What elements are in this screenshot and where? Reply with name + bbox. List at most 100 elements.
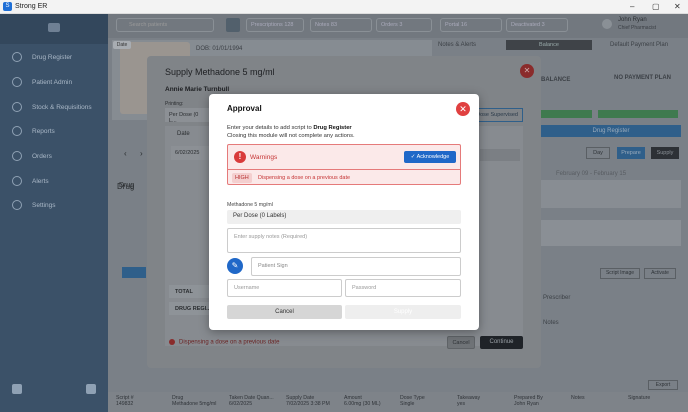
printing-label: Printing:: [165, 101, 184, 107]
supply-button-bg[interactable]: Supply: [651, 147, 679, 159]
drug-heading: Drug: [117, 182, 135, 191]
maximize-icon[interactable]: ▢: [652, 2, 660, 11]
chip-portal[interactable]: Portal 16: [440, 18, 502, 32]
prescriber-label: Prescriber: [543, 295, 571, 301]
date-chip[interactable]: Date: [113, 41, 131, 49]
chevron-right-icon[interactable]: ›: [140, 149, 143, 158]
sidebar-item-orders[interactable]: Orders: [12, 151, 102, 165]
approval-modal: Approval ✕ Enter your details to add scr…: [209, 94, 479, 330]
window-titlebar: S Strong ER – ▢ ✕: [0, 0, 688, 14]
warning-message: Dispensing a dose on a previous date: [258, 175, 351, 181]
chart-icon: [12, 126, 22, 136]
balance-tab[interactable]: Balance: [506, 40, 592, 50]
day-button[interactable]: Day: [586, 147, 610, 159]
sidebar-item-settings[interactable]: Settings: [12, 200, 102, 214]
dose-select[interactable]: [480, 149, 520, 161]
exclamation-icon: !: [234, 151, 246, 163]
sidebar-header: [0, 14, 108, 44]
supply-close-icon[interactable]: ✕: [520, 64, 534, 78]
dose-field: Per Dose (0 Labels): [227, 210, 461, 224]
minimize-icon[interactable]: –: [630, 2, 634, 11]
sidebar-item-alerts[interactable]: Alerts: [12, 176, 102, 190]
user-role: Chief Pharmacist: [618, 25, 657, 31]
acknowledge-button[interactable]: ✓ Acknowledge: [404, 151, 456, 163]
chip-prescriptions[interactable]: Prescriptions 128: [246, 18, 304, 32]
approval-title: Approval: [227, 104, 262, 113]
notes-alerts-tab[interactable]: Notes & Alerts: [438, 42, 476, 48]
table-cell: Taken Date Quan... 6/02/2025: [229, 395, 274, 407]
supply-notes-input[interactable]: Enter supply notes (Required): [227, 228, 461, 253]
date-input[interactable]: 6/02/2025: [171, 146, 211, 160]
avatar[interactable]: [602, 19, 612, 29]
warnings-label: Warnings: [250, 154, 278, 161]
balance-label: BALANCE: [541, 77, 571, 83]
username-input[interactable]: Username: [227, 279, 342, 297]
activate-button[interactable]: Activate: [644, 268, 676, 279]
check-circle-icon: [12, 151, 22, 161]
user-name: John Ryan: [618, 17, 647, 23]
sidebar-item-reports[interactable]: Reports: [12, 126, 102, 140]
supply-modal-title: Supply Methadone 5 mg/ml: [165, 67, 275, 77]
drug-register-button[interactable]: Drug Register: [541, 125, 681, 137]
gear-icon: [12, 200, 22, 210]
patient-sign-input[interactable]: Patient Sign: [251, 257, 461, 276]
approval-supply-button[interactable]: Supply: [345, 305, 461, 319]
warnings-panel: ! Warnings ✓ Acknowledge HIGH Dispensing…: [227, 144, 461, 185]
notes-label: Notes: [543, 320, 559, 326]
patient-card-icon[interactable]: [226, 18, 240, 32]
printing-select[interactable]: Per Dose (0 L...: [165, 108, 211, 124]
password-input[interactable]: Password: [345, 279, 461, 297]
user-icon: [12, 77, 22, 87]
export-button[interactable]: Export: [648, 380, 678, 390]
chip-notes[interactable]: Notes 83: [310, 18, 372, 32]
balance-bar: [541, 110, 592, 118]
date-column-header: Date: [177, 131, 190, 137]
supply-cancel-button[interactable]: Cancel: [447, 336, 475, 349]
default-payment-tab[interactable]: Default Payment Plan: [610, 42, 668, 48]
table-cell: Prepared By John Ryan: [514, 395, 543, 407]
destination-register: Drug Register: [313, 125, 352, 131]
signature-pen-icon[interactable]: ✎: [227, 258, 243, 274]
window-title: Strong ER: [15, 3, 48, 10]
severity-badge: HIGH: [232, 173, 252, 183]
prepare-button[interactable]: Prepare: [617, 147, 645, 159]
chip-deactivated[interactable]: Deactivated 3: [506, 18, 568, 32]
table-cell: Drug Methadone 5mg/ml: [172, 395, 217, 407]
table-cell: Amount 6.00mg (30 ML): [344, 395, 381, 407]
sidebar-item-stock[interactable]: Stock & Requisitions: [12, 102, 102, 116]
dose-strip: [541, 220, 681, 246]
app-logo-icon: S: [3, 2, 12, 11]
pill-icon: [12, 52, 22, 62]
box-icon: [12, 102, 22, 112]
warnings-divider: [228, 169, 460, 170]
supply-continue-button[interactable]: Continue: [480, 336, 523, 349]
approval-cancel-button[interactable]: Cancel: [227, 305, 342, 319]
search-input[interactable]: Search patients: [116, 18, 214, 32]
close-window-icon[interactable]: ✕: [674, 2, 681, 11]
bell-icon: [12, 176, 22, 186]
sidebar-item-drug-register[interactable]: Drug Register: [12, 52, 102, 66]
calendar-strip: [541, 180, 681, 208]
approval-description: Enter your details to add script to Drug…: [227, 125, 355, 139]
add-button[interactable]: [122, 267, 146, 278]
drug-name-label: Methadone 5 mg/ml: [227, 202, 273, 208]
table-cell: Dose Type Single: [400, 395, 425, 407]
edit-icon[interactable]: [86, 384, 96, 394]
table-cell: Notes: [571, 395, 585, 401]
camera-icon[interactable]: [48, 23, 60, 32]
table-cell: Takeaway yes: [457, 395, 481, 407]
table-cell: Script #149832: [116, 395, 134, 407]
keyboard-icon[interactable]: [12, 384, 22, 394]
patient-dob: DOB: 01/01/1994: [196, 46, 243, 52]
table-cell: Supply Date 7/02/2025 3:38 PM: [286, 395, 330, 407]
chevron-left-icon[interactable]: ‹: [124, 149, 127, 158]
script-image-button[interactable]: Script Image: [600, 268, 640, 279]
table-cell: Signature: [628, 395, 651, 401]
chip-orders[interactable]: Orders 3: [376, 18, 432, 32]
approval-close-icon[interactable]: ✕: [456, 102, 470, 116]
no-payment-plan: NO PAYMENT PLAN: [614, 75, 672, 81]
period-label: February 09 - February 15: [556, 171, 627, 177]
sidebar-item-patient-admin[interactable]: Patient Admin: [12, 77, 102, 91]
supply-warning-footer: Dispensing a dose on a previous date: [169, 339, 279, 346]
patient-name: Annie Marie Turnbull: [165, 86, 230, 93]
